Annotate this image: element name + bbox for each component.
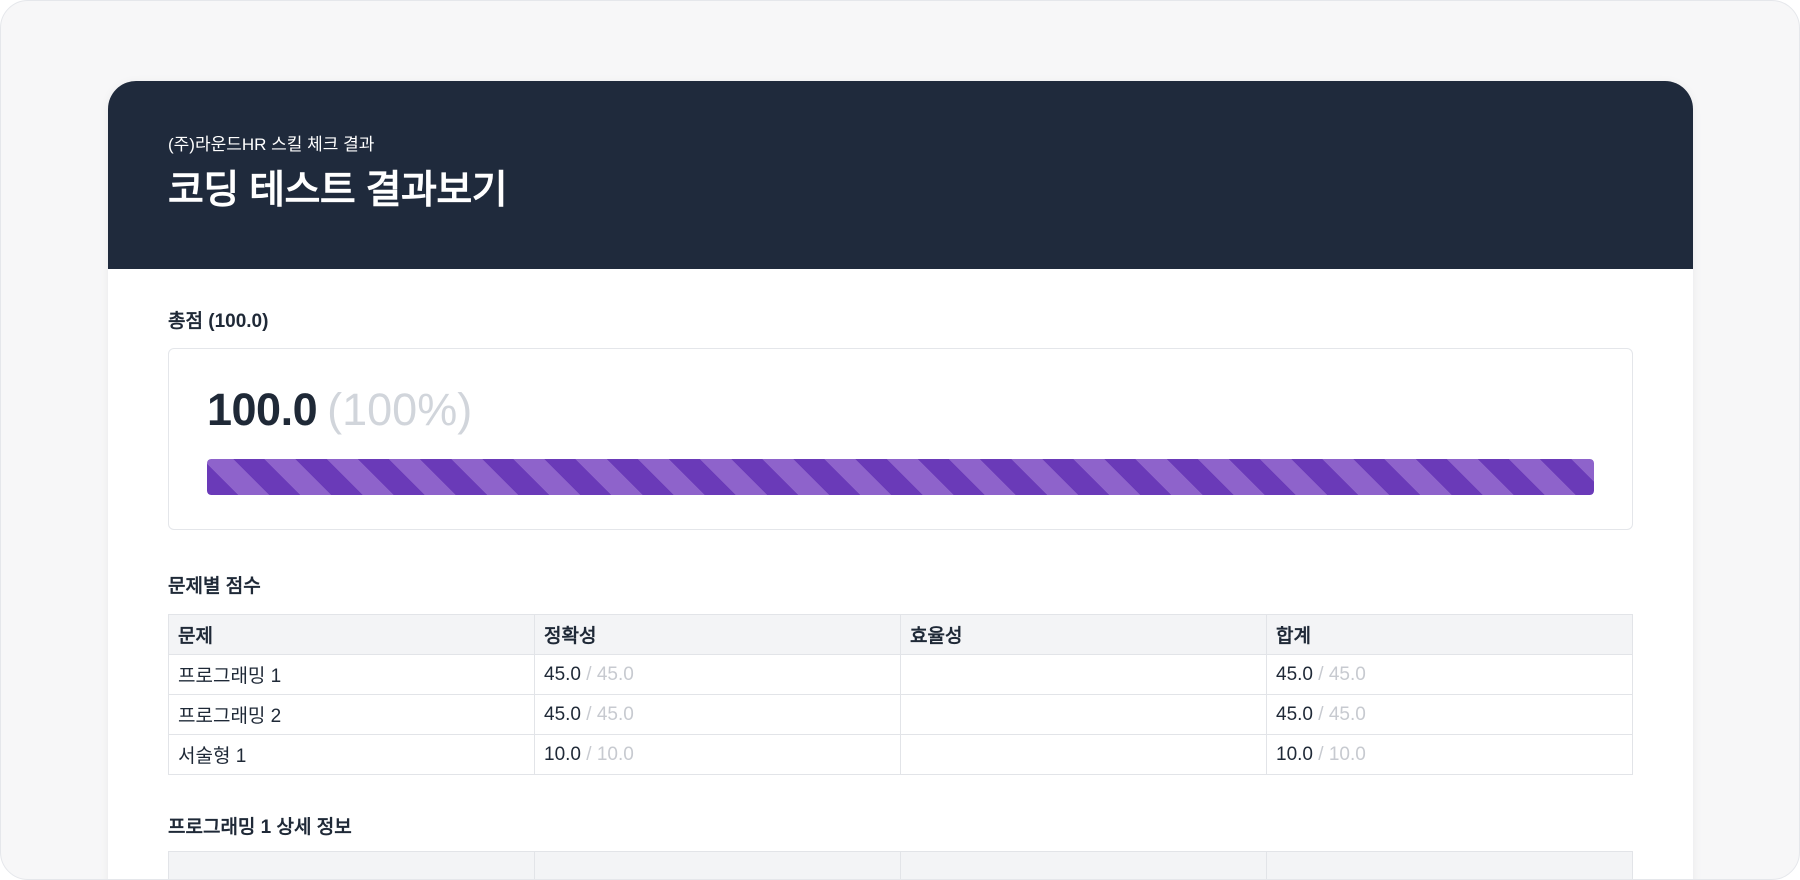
total-score-box: 100.0 (100%): [168, 348, 1633, 530]
total-score: 45.0: [1276, 663, 1313, 685]
result-header: (주)라운드HR 스킬 체크 결과 코딩 테스트 결과보기: [108, 81, 1693, 269]
table-header-row: 문제 정확성 효율성 합계: [168, 614, 1633, 655]
accuracy-max: / 45.0: [586, 703, 634, 725]
total-cell: 45.0 / 45.0: [1266, 654, 1633, 695]
total-score-label: 총점 (100.0): [168, 311, 269, 332]
problem-name-cell: 프로그래밍 2: [168, 694, 535, 735]
detail-header-cell: [1266, 851, 1633, 879]
detail-header-cell: [168, 851, 535, 879]
efficiency-cell: [900, 694, 1267, 735]
score-progress-bar: [207, 459, 1594, 495]
total-score: 45.0: [1276, 703, 1313, 725]
total-max: / 45.0: [1318, 703, 1366, 725]
total-cell: 10.0 / 10.0: [1266, 734, 1633, 775]
per-problem-table: 문제 정확성 효율성 합계 프로그래밍 1 45.0 / 45.0 45.0 /…: [168, 614, 1633, 775]
efficiency-cell: [900, 654, 1267, 695]
detail-header-row: [168, 851, 1633, 879]
accuracy-score: 10.0: [544, 743, 581, 765]
page-viewport: (주)라운드HR 스킬 체크 결과 코딩 테스트 결과보기 총점 (100.0)…: [0, 0, 1800, 880]
column-header-problem: 문제: [168, 614, 535, 655]
detail-table: [168, 851, 1633, 879]
result-card: (주)라운드HR 스킬 체크 결과 코딩 테스트 결과보기 총점 (100.0)…: [108, 81, 1693, 879]
per-problem-label: 문제별 점수: [168, 576, 261, 597]
problem-name-cell: 서술형 1: [168, 734, 535, 775]
column-header-total: 합계: [1266, 614, 1633, 655]
accuracy-cell: 45.0 / 45.0: [534, 694, 901, 735]
accuracy-score: 45.0: [544, 663, 581, 685]
table-row: 프로그래밍 1 45.0 / 45.0 45.0 / 45.0: [168, 654, 1633, 695]
efficiency-cell: [900, 734, 1267, 775]
detail-header-cell: [534, 851, 901, 879]
total-cell: 45.0 / 45.0: [1266, 694, 1633, 735]
total-score: 10.0: [1276, 743, 1313, 765]
accuracy-cell: 45.0 / 45.0: [534, 654, 901, 695]
score-progress-fill: [207, 459, 1594, 495]
total-score-value: 100.0: [207, 384, 318, 435]
table-row: 프로그래밍 2 45.0 / 45.0 45.0 / 45.0: [168, 694, 1633, 735]
problem-name-cell: 프로그래밍 1: [168, 654, 535, 695]
total-max: / 45.0: [1318, 663, 1366, 685]
column-header-efficiency: 효율성: [900, 614, 1267, 655]
table-row: 서술형 1 10.0 / 10.0 10.0 / 10.0: [168, 734, 1633, 775]
detail-header-cell: [900, 851, 1267, 879]
accuracy-max: / 45.0: [586, 663, 634, 685]
result-content: 총점 (100.0) 100.0 (100%) 문제별 점수 문제 정확성 효율성…: [108, 309, 1693, 879]
accuracy-score: 45.0: [544, 703, 581, 725]
column-header-accuracy: 정확성: [534, 614, 901, 655]
accuracy-cell: 10.0 / 10.0: [534, 734, 901, 775]
accuracy-max: / 10.0: [586, 743, 634, 765]
total-score-percent: (100%): [327, 384, 473, 435]
page-title: 코딩 테스트 결과보기: [168, 169, 508, 212]
detail-section-label: 프로그래밍 1 상세 정보: [168, 817, 352, 838]
total-score-line: 100.0 (100%): [207, 383, 1594, 437]
total-max: / 10.0: [1318, 743, 1366, 765]
company-subtitle: (주)라운드HR 스킬 체크 결과: [168, 135, 375, 154]
